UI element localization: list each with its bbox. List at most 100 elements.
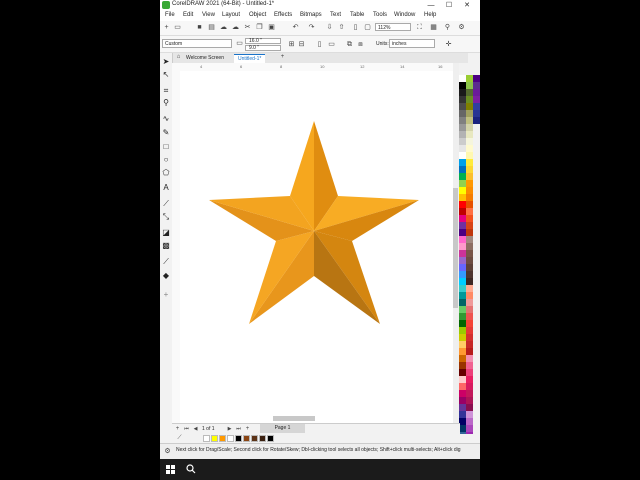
color-swatch[interactable] bbox=[466, 124, 473, 131]
paste-icon[interactable]: ▣ bbox=[268, 24, 275, 31]
document-color-swatch[interactable] bbox=[203, 435, 210, 442]
document-color-swatch[interactable] bbox=[259, 435, 266, 442]
color-swatch[interactable] bbox=[459, 383, 466, 390]
color-swatch[interactable] bbox=[466, 397, 473, 404]
landscape-orientation-icon[interactable]: ▭ bbox=[328, 41, 335, 48]
color-swatch[interactable] bbox=[459, 124, 466, 131]
open-folder-icon[interactable]: ▭ bbox=[174, 24, 181, 31]
vertical-scroll-thumb[interactable] bbox=[453, 188, 458, 308]
color-swatch[interactable] bbox=[466, 138, 473, 145]
color-swatch[interactable] bbox=[459, 411, 466, 418]
color-swatch[interactable] bbox=[473, 96, 480, 103]
freehand-tool-icon[interactable]: ∿ bbox=[162, 115, 170, 123]
home-icon[interactable]: ⌂ bbox=[175, 54, 182, 61]
color-swatch[interactable] bbox=[466, 96, 473, 103]
color-swatch[interactable] bbox=[466, 89, 473, 96]
cut-icon[interactable]: ✂ bbox=[244, 24, 251, 31]
cloud-upload-icon[interactable]: ☁ bbox=[220, 24, 227, 31]
color-swatch[interactable] bbox=[473, 103, 480, 110]
color-swatch[interactable] bbox=[466, 243, 473, 250]
nudge-distance-icon[interactable]: ✛ bbox=[445, 41, 452, 48]
tab-untitled-1[interactable]: Untitled-1* bbox=[234, 54, 266, 63]
document-palette[interactable]: ⟋ bbox=[160, 434, 480, 443]
document-color-swatch[interactable] bbox=[219, 435, 226, 442]
document-color-swatch[interactable] bbox=[243, 435, 250, 442]
color-swatch[interactable] bbox=[466, 215, 473, 222]
portrait-orientation-icon[interactable]: ▯ bbox=[316, 41, 323, 48]
ellipse-tool-icon[interactable]: ○ bbox=[162, 156, 170, 164]
page-1-tab[interactable]: Page 1 bbox=[260, 424, 305, 433]
color-swatch[interactable] bbox=[459, 355, 466, 362]
drop-shadow-icon[interactable]: ◪ bbox=[162, 229, 170, 237]
color-swatch[interactable] bbox=[459, 257, 466, 264]
color-swatch[interactable] bbox=[459, 348, 466, 355]
pick-tool-icon[interactable]: ➤ bbox=[162, 58, 170, 66]
color-swatch[interactable] bbox=[466, 383, 473, 390]
color-swatch[interactable] bbox=[459, 187, 466, 194]
color-swatch[interactable] bbox=[466, 82, 473, 89]
color-swatch[interactable] bbox=[459, 75, 466, 82]
color-swatch[interactable] bbox=[459, 229, 466, 236]
menu-window[interactable]: Window bbox=[394, 12, 415, 18]
color-swatch[interactable] bbox=[466, 145, 473, 152]
color-swatch[interactable] bbox=[459, 299, 466, 306]
color-swatch[interactable] bbox=[459, 320, 466, 327]
color-swatch[interactable] bbox=[459, 110, 466, 117]
settings-gear-icon[interactable]: ⚙ bbox=[164, 448, 171, 455]
color-swatch[interactable] bbox=[466, 285, 473, 292]
color-swatch[interactable] bbox=[466, 313, 473, 320]
color-swatch[interactable] bbox=[459, 285, 466, 292]
color-swatch[interactable] bbox=[466, 229, 473, 236]
menu-edit[interactable]: Edit bbox=[183, 12, 193, 18]
color-swatch[interactable] bbox=[466, 194, 473, 201]
color-swatch[interactable] bbox=[466, 236, 473, 243]
color-swatch[interactable] bbox=[466, 201, 473, 208]
color-swatch[interactable] bbox=[466, 327, 473, 334]
color-swatch[interactable] bbox=[466, 418, 473, 425]
color-swatch[interactable] bbox=[466, 117, 473, 124]
horizontal-scroll-thumb[interactable] bbox=[273, 416, 315, 421]
color-swatch[interactable] bbox=[466, 292, 473, 299]
color-swatch[interactable] bbox=[466, 299, 473, 306]
duplicate-page-icon[interactable]: ⊞ bbox=[288, 41, 295, 48]
artistic-media-icon[interactable]: ✎ bbox=[162, 129, 170, 137]
color-swatch[interactable] bbox=[466, 257, 473, 264]
interactive-fill-icon[interactable]: ◆ bbox=[162, 272, 170, 280]
undo-icon[interactable]: ↶ bbox=[292, 24, 299, 31]
zoom-level-icon[interactable]: ▢ bbox=[364, 24, 371, 31]
show-rulers-icon[interactable]: ▦ bbox=[430, 24, 437, 31]
color-swatch[interactable] bbox=[473, 82, 480, 89]
menu-help[interactable]: Help bbox=[424, 12, 436, 18]
snap-to-icon[interactable]: ⚲ bbox=[444, 24, 451, 31]
zoom-tool-icon[interactable]: ⚲ bbox=[162, 99, 170, 107]
color-swatch[interactable] bbox=[466, 411, 473, 418]
copy-icon[interactable]: ❐ bbox=[256, 24, 263, 31]
color-swatch[interactable] bbox=[459, 152, 466, 159]
color-swatch[interactable] bbox=[466, 264, 473, 271]
page-width-input[interactable]: 16.0 " bbox=[245, 38, 281, 44]
all-pages-icon[interactable]: ⧉ bbox=[346, 41, 353, 48]
color-swatch[interactable] bbox=[459, 117, 466, 124]
polygon-tool-icon[interactable]: ⬠ bbox=[162, 169, 170, 177]
menu-tools[interactable]: Tools bbox=[373, 12, 387, 18]
lock-ratio-icon[interactable]: ⊟ bbox=[298, 41, 305, 48]
current-page-icon[interactable]: ⧈ bbox=[357, 41, 364, 48]
color-swatch[interactable] bbox=[459, 82, 466, 89]
color-swatch[interactable] bbox=[459, 292, 466, 299]
previous-page-icon[interactable]: ◀ bbox=[192, 426, 199, 433]
add-tool-icon[interactable]: + bbox=[162, 291, 170, 299]
color-swatch[interactable] bbox=[466, 376, 473, 383]
color-swatch[interactable] bbox=[466, 180, 473, 187]
color-swatch[interactable] bbox=[459, 222, 466, 229]
color-swatch[interactable] bbox=[466, 103, 473, 110]
close-button[interactable]: ✕ bbox=[460, 0, 474, 11]
menu-table[interactable]: Table bbox=[350, 12, 364, 18]
next-page-icon[interactable]: ▶ bbox=[226, 426, 233, 433]
menu-layout[interactable]: Layout bbox=[222, 12, 240, 18]
color-swatch[interactable] bbox=[466, 355, 473, 362]
rectangle-tool-icon[interactable]: □ bbox=[162, 143, 170, 151]
color-swatch[interactable] bbox=[466, 334, 473, 341]
color-swatch[interactable] bbox=[466, 166, 473, 173]
menu-bitmaps[interactable]: Bitmaps bbox=[300, 12, 322, 18]
color-swatch[interactable] bbox=[459, 362, 466, 369]
